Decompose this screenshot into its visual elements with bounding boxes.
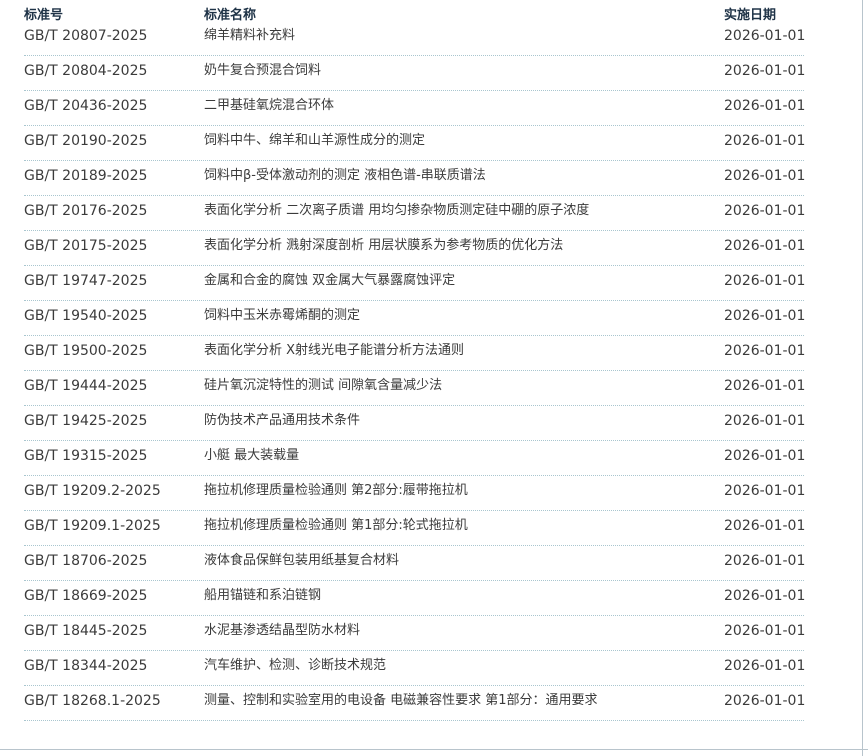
implementation-date: 2026-01-01 <box>724 238 806 254</box>
frame-border-right <box>862 0 863 756</box>
standard-code[interactable]: GB/T 20175-2025 <box>24 238 147 254</box>
standard-name[interactable]: 表面化学分析 X射线光电子能谱分析方法通则 <box>204 343 464 359</box>
implementation-date: 2026-01-01 <box>724 378 806 394</box>
standard-name[interactable]: 饲料中牛、绵羊和山羊源性成分的测定 <box>204 133 425 149</box>
standard-code[interactable]: GB/T 18706-2025 <box>24 553 147 569</box>
table-row: GB/T 19500-2025 表面化学分析 X射线光电子能谱分析方法通则 2026… <box>24 336 806 371</box>
implementation-date: 2026-01-01 <box>724 98 806 114</box>
implementation-date: 2026-01-01 <box>724 658 806 674</box>
implementation-date: 2026-01-01 <box>724 483 806 499</box>
standard-code[interactable]: GB/T 19444-2025 <box>24 378 147 394</box>
table-row: GB/T 20189-2025 饲料中β-受体激动剂的测定 液相色谱-串联质谱法 2… <box>24 161 806 196</box>
standard-name[interactable]: 绵羊精料补充料 <box>204 28 295 44</box>
frame-border-bottom <box>0 749 868 750</box>
standard-code[interactable]: GB/T 20176-2025 <box>24 203 147 219</box>
standards-table: 标准号 标准名称 实施日期 GB/T 20807-2025 绵羊精料补充料 2026… <box>24 0 806 721</box>
standard-code[interactable]: GB/T 20189-2025 <box>24 168 147 184</box>
standard-code[interactable]: GB/T 19209.1-2025 <box>24 518 161 534</box>
implementation-date: 2026-01-01 <box>724 588 806 604</box>
standard-name[interactable]: 小艇 最大装载量 <box>204 448 299 464</box>
implementation-date: 2026-01-01 <box>724 693 806 709</box>
table-header: 标准号 标准名称 实施日期 <box>24 0 804 23</box>
implementation-date: 2026-01-01 <box>724 28 806 44</box>
standard-name[interactable]: 拖拉机修理质量检验通则 第1部分:轮式拖拉机 <box>204 518 468 534</box>
table-row: GB/T 19209.2-2025 拖拉机修理质量检验通则 第2部分:履带拖拉机 2… <box>24 476 806 511</box>
standard-code[interactable]: GB/T 19425-2025 <box>24 413 147 429</box>
standard-code[interactable]: GB/T 18268.1-2025 <box>24 693 161 709</box>
standard-name[interactable]: 水泥基渗透结晶型防水材料 <box>204 623 360 639</box>
table-row: GB/T 20176-2025 表面化学分析 二次离子质谱 用均匀掺杂物质测定硅中… <box>24 196 806 231</box>
standard-name[interactable]: 表面化学分析 溅射深度剖析 用层状膜系为参考物质的优化方法 <box>204 238 563 254</box>
table-row: GB/T 20190-2025 饲料中牛、绵羊和山羊源性成分的测定 2026-01-… <box>24 126 806 161</box>
implementation-date: 2026-01-01 <box>724 448 806 464</box>
standard-name[interactable]: 防伪技术产品通用技术条件 <box>204 413 360 429</box>
table-row: GB/T 18268.1-2025 测量、控制和实验室用的电设备 电磁兼容性要求 … <box>24 686 806 721</box>
standard-name[interactable]: 表面化学分析 二次离子质谱 用均匀掺杂物质测定硅中硼的原子浓度 <box>204 203 589 219</box>
header-date: 实施日期 <box>724 8 777 23</box>
table-row: GB/T 18669-2025 船用锚链和系泊链钢 2026-01-01 <box>24 581 806 616</box>
implementation-date: 2026-01-01 <box>724 343 806 359</box>
standard-code[interactable]: GB/T 20807-2025 <box>24 28 147 44</box>
implementation-date: 2026-01-01 <box>724 308 806 324</box>
implementation-date: 2026-01-01 <box>724 273 806 289</box>
standard-name[interactable]: 二甲基硅氧烷混合环体 <box>204 98 334 114</box>
implementation-date: 2026-01-01 <box>724 133 806 149</box>
standard-name[interactable]: 饲料中β-受体激动剂的测定 液相色谱-串联质谱法 <box>204 168 486 184</box>
header-name: 标准名称 <box>204 8 257 23</box>
standard-name[interactable]: 拖拉机修理质量检验通则 第2部分:履带拖拉机 <box>204 483 468 499</box>
table-row: GB/T 20175-2025 表面化学分析 溅射深度剖析 用层状膜系为参考物质的… <box>24 231 806 266</box>
table-row: GB/T 18706-2025 液体食品保鲜包装用纸基复合材料 2026-01-01 <box>24 546 806 581</box>
standard-name[interactable]: 硅片氧沉淀特性的测试 间隙氧含量减少法 <box>204 378 442 394</box>
standard-code[interactable]: GB/T 18445-2025 <box>24 623 147 639</box>
standard-name[interactable]: 测量、控制和实验室用的电设备 电磁兼容性要求 第1部分：通用要求 <box>204 693 598 709</box>
table-row: GB/T 20436-2025 二甲基硅氧烷混合环体 2026-01-01 <box>24 91 806 126</box>
table-row: GB/T 18344-2025 汽车维护、检测、诊断技术规范 2026-01-01 <box>24 651 806 686</box>
standard-code[interactable]: GB/T 19500-2025 <box>24 343 147 359</box>
table-body: GB/T 20807-2025 绵羊精料补充料 2026-01-01 GB/T 208… <box>24 22 806 721</box>
table-row: GB/T 19747-2025 金属和合金的腐蚀 双金属大气暴露腐蚀评定 2026-… <box>24 266 806 301</box>
standard-name[interactable]: 汽车维护、检测、诊断技术规范 <box>204 658 386 674</box>
standard-name[interactable]: 饲料中玉米赤霉烯酮的测定 <box>204 308 360 324</box>
standard-code[interactable]: GB/T 20190-2025 <box>24 133 147 149</box>
header-code: 标准号 <box>24 8 64 23</box>
standard-code[interactable]: GB/T 18669-2025 <box>24 588 147 604</box>
standard-name[interactable]: 金属和合金的腐蚀 双金属大气暴露腐蚀评定 <box>204 273 455 289</box>
standard-name[interactable]: 奶牛复合预混合饲料 <box>204 63 321 79</box>
implementation-date: 2026-01-01 <box>724 553 806 569</box>
table-row: GB/T 18445-2025 水泥基渗透结晶型防水材料 2026-01-01 <box>24 616 806 651</box>
implementation-date: 2026-01-01 <box>724 203 806 219</box>
table-row: GB/T 19444-2025 硅片氧沉淀特性的测试 间隙氧含量减少法 2026-0… <box>24 371 806 406</box>
table-row: GB/T 19315-2025 小艇 最大装载量 2026-01-01 <box>24 441 806 476</box>
table-row: GB/T 19540-2025 饲料中玉米赤霉烯酮的测定 2026-01-01 <box>24 301 806 336</box>
standard-code[interactable]: GB/T 19747-2025 <box>24 273 147 289</box>
standard-code[interactable]: GB/T 19315-2025 <box>24 448 147 464</box>
table-row: GB/T 19209.1-2025 拖拉机修理质量检验通则 第1部分:轮式拖拉机 2… <box>24 511 806 546</box>
standard-name[interactable]: 船用锚链和系泊链钢 <box>204 588 321 604</box>
standard-code[interactable]: GB/T 18344-2025 <box>24 658 147 674</box>
standard-code[interactable]: GB/T 19209.2-2025 <box>24 483 161 499</box>
table-row: GB/T 19425-2025 防伪技术产品通用技术条件 2026-01-01 <box>24 406 806 441</box>
table-row: GB/T 20807-2025 绵羊精料补充料 2026-01-01 <box>24 22 806 56</box>
implementation-date: 2026-01-01 <box>724 63 806 79</box>
standard-code[interactable]: GB/T 20436-2025 <box>24 98 147 114</box>
implementation-date: 2026-01-01 <box>724 413 806 429</box>
standard-code[interactable]: GB/T 19540-2025 <box>24 308 147 324</box>
table-row: GB/T 20804-2025 奶牛复合预混合饲料 2026-01-01 <box>24 56 806 91</box>
implementation-date: 2026-01-01 <box>724 518 806 534</box>
implementation-date: 2026-01-01 <box>724 623 806 639</box>
standard-code[interactable]: GB/T 20804-2025 <box>24 63 147 79</box>
implementation-date: 2026-01-01 <box>724 168 806 184</box>
standard-name[interactable]: 液体食品保鲜包装用纸基复合材料 <box>204 553 399 569</box>
